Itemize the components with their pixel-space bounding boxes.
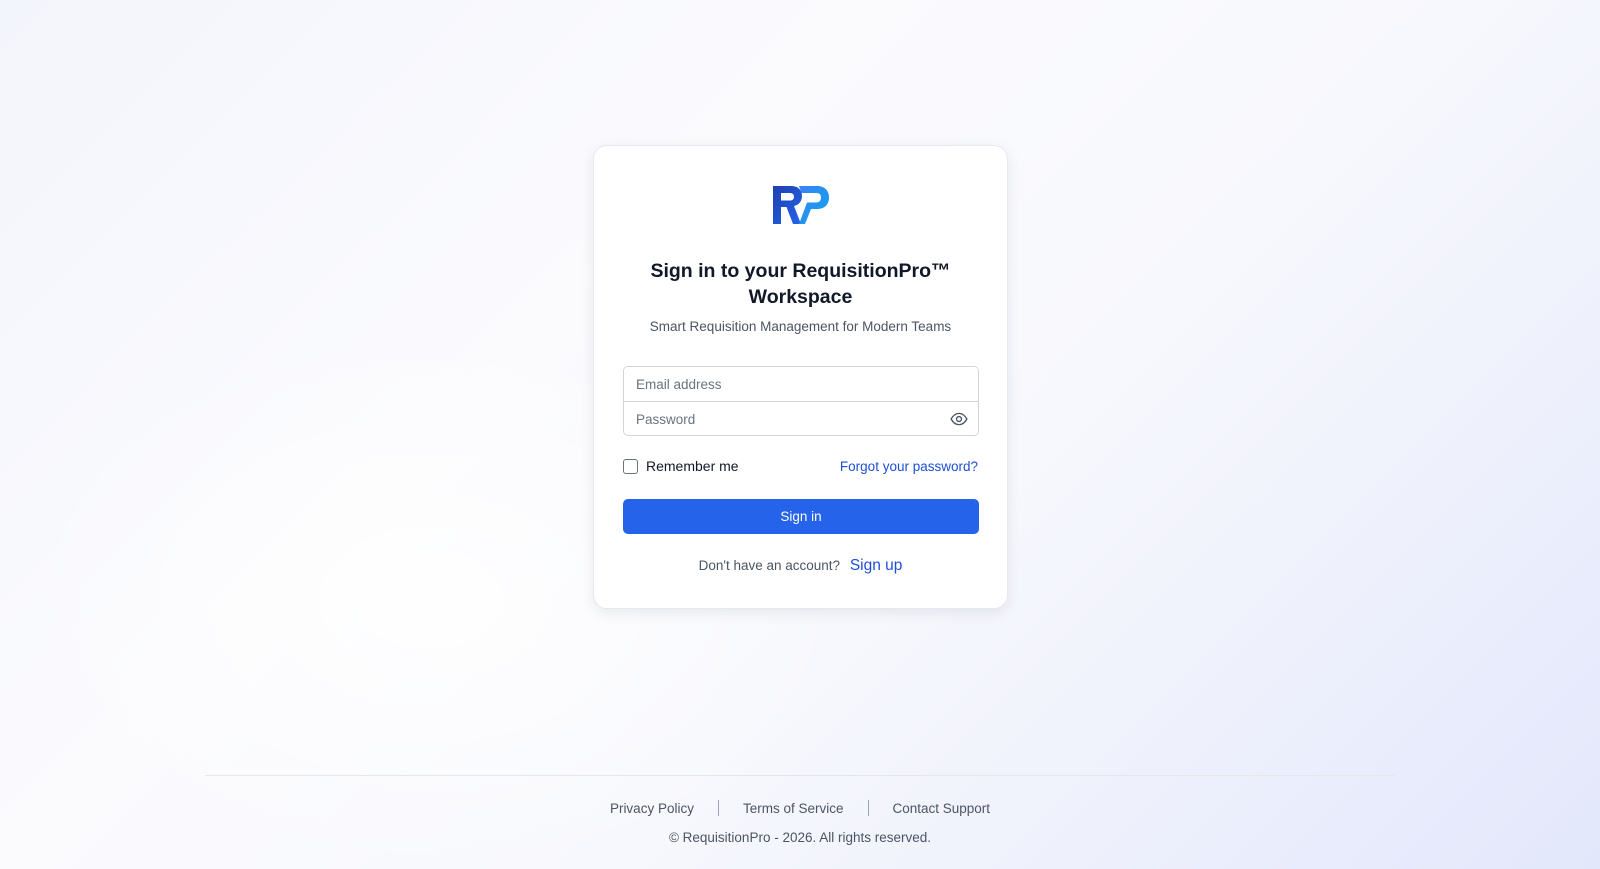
privacy-policy-link[interactable]: Privacy Policy: [610, 801, 694, 816]
copyright-text: © RequisitionPro - 2026. All rights rese…: [668, 830, 932, 845]
login-card: Sign in to your RequisitionPro™ Workspac…: [593, 145, 1008, 609]
sign-in-button[interactable]: Sign in: [623, 499, 979, 534]
footer-links: Privacy Policy Terms of Service Contact …: [0, 800, 1600, 816]
eye-icon[interactable]: [950, 411, 968, 427]
app-logo: [773, 186, 829, 224]
remember-me-checkbox[interactable]: [623, 458, 638, 474]
password-row: [624, 402, 978, 435]
footer-separator: [867, 800, 869, 816]
page-subtitle: Smart Requisition Management for Modern …: [649, 319, 952, 334]
contact-support-link[interactable]: Contact Support: [893, 801, 991, 816]
forgot-password-link[interactable]: Forgot your password?: [840, 459, 978, 474]
password-field[interactable]: [624, 402, 978, 435]
credentials-group: [623, 366, 979, 436]
email-field[interactable]: [624, 367, 978, 401]
remember-me-label: Remember me: [646, 458, 739, 474]
footer-separator: [717, 800, 719, 816]
no-account-text: Don't have an account?: [698, 558, 841, 573]
terms-of-service-link[interactable]: Terms of Service: [743, 801, 844, 816]
remember-me-option[interactable]: Remember me: [623, 458, 739, 474]
sign-up-link[interactable]: Sign up: [850, 557, 903, 574]
signup-prompt: Don't have an account? Sign up: [594, 557, 1007, 575]
footer-divider: [205, 775, 1395, 776]
page-title: Sign in to your RequisitionPro™ Workspac…: [650, 260, 951, 308]
